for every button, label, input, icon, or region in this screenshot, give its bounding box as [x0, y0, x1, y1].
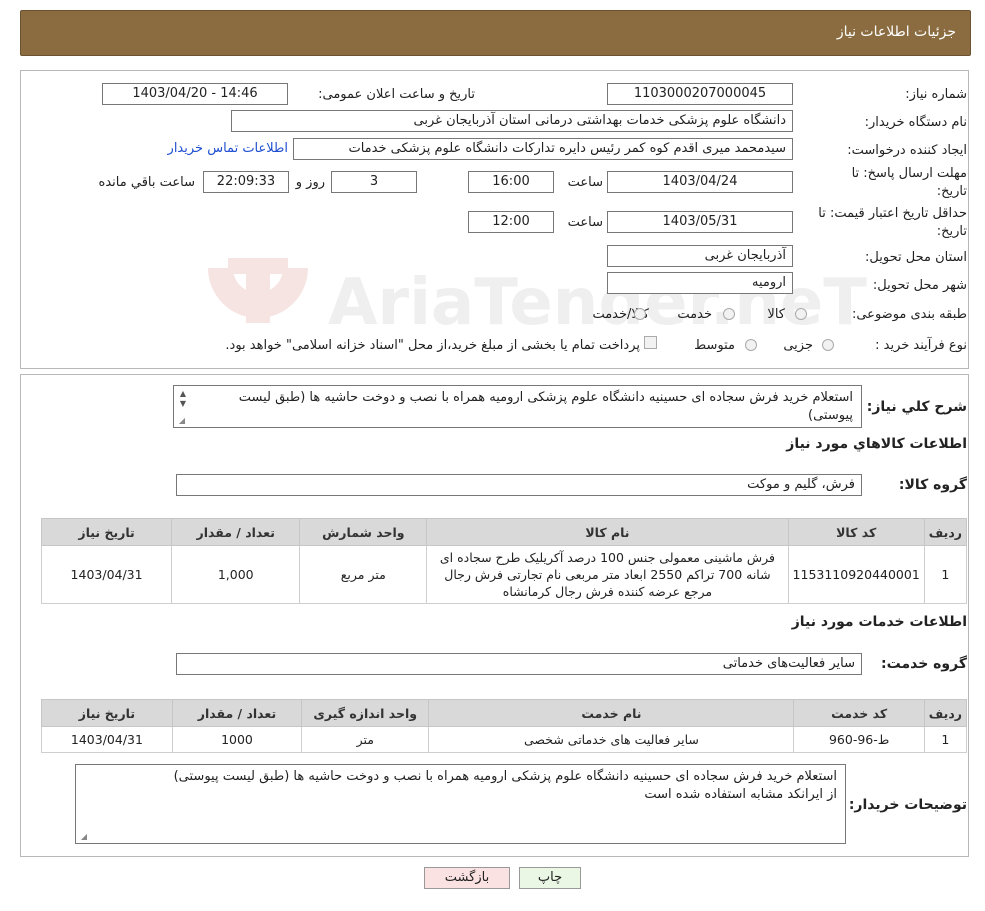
creator-field: سیدمحمد میری اقدم کوه کمر رئیس دایره تدا…: [293, 138, 793, 160]
process-option-medium-label: متوسط: [694, 338, 735, 353]
services-section-title: اطلاعات خدمات مورد نياز: [791, 614, 967, 630]
services-row-unit: متر: [301, 726, 430, 753]
goods-group-label: گروه کالا:: [898, 477, 967, 493]
buyer-notes-line-2: از ایرانکد مشابه استفاده شده است: [644, 787, 837, 802]
need-number-field: 1103000207000045: [607, 83, 793, 105]
goods-group-field: فرش، گلیم و موکت: [176, 474, 862, 496]
goods-row-date: 1403/04/31: [40, 545, 173, 604]
process-option-small-label: جزیی: [783, 338, 813, 353]
deadline-date-field: 1403/04/24: [607, 171, 793, 193]
goods-col-code: کد کالا: [787, 518, 925, 546]
city-label: شهر محل تحویل:: [872, 278, 967, 293]
services-row-name: سایر فعالیت های خدماتی شخصی: [428, 726, 795, 753]
category-label: طبقه بندی موضوعی:: [851, 307, 967, 322]
services-col-qty: تعداد / مقدار: [171, 699, 303, 727]
summary-text: استعلام خرید فرش سجاده ای حسینیه دانشگاه…: [238, 390, 853, 423]
buyer-notes-line-1: استعلام خرید فرش سجاده ای حسینیه دانشگاه…: [173, 769, 837, 784]
scroll-up-icon[interactable]: ▲: [178, 389, 188, 399]
category-option-service-radio[interactable]: [723, 308, 735, 320]
remaining-time-field: 22:09:33: [203, 171, 289, 193]
goods-col-qty: تعداد / مقدار: [171, 518, 301, 546]
services-col-code: کد خدمت: [793, 699, 925, 727]
announce-field: 1403/04/20 - 14:46: [102, 83, 288, 105]
province-label: استان محل تحویل:: [865, 250, 967, 265]
goods-row-unit: متر مربع: [299, 545, 428, 604]
table-row: 1 ط-96-960 سایر فعالیت های خدماتی شخصی م…: [41, 726, 968, 753]
goods-table: رديف کد کالا نام کالا واحد شمارش تعداد /…: [40, 518, 968, 604]
days-label: روز و: [295, 175, 325, 190]
need-number-label: شماره نیاز:: [905, 87, 967, 102]
resize-grip-icon[interactable]: ◢: [79, 833, 87, 841]
back-button[interactable]: بازگشت: [424, 867, 510, 889]
validity-label: حداقل تاریخ اعتبار قیمت: تا: [818, 206, 967, 221]
buyer-org-label: نام دستگاه خریدار:: [864, 115, 967, 130]
buyer-notes-textarea[interactable]: استعلام خرید فرش سجاده ای حسینیه دانشگاه…: [75, 764, 846, 844]
buyer-org-field: دانشگاه علوم پزشکی خدمات بهداشتی درمانی …: [231, 110, 793, 132]
goods-col-row: رديف: [923, 518, 968, 546]
remaining-label: ساعت باقي مانده: [98, 175, 195, 190]
table-row: 1 1153110920440001 فرش ماشینی معمولی جنس…: [40, 545, 968, 604]
services-table: رديف کد خدمت نام خدمت واحد اندازه گیری ت…: [41, 699, 968, 753]
summary-textarea[interactable]: استعلام خرید فرش سجاده ای حسینیه دانشگاه…: [173, 385, 862, 428]
buyer-notes-label: توضیحات خریدار:: [848, 797, 967, 813]
services-row-date: 1403/04/31: [41, 726, 173, 753]
goods-section-title: اطلاعات کالاهاي مورد نياز: [786, 436, 967, 452]
goods-col-name: نام کالا: [426, 518, 789, 546]
deadline-label-date: تاریخ:: [936, 184, 967, 199]
services-col-date: تاریخ نیاز: [41, 699, 173, 727]
services-row-code: ط-96-960: [793, 726, 925, 753]
city-field: ارومیه: [607, 272, 793, 294]
deadline-time-label: ساعت: [567, 175, 603, 190]
validity-label-date: تاریخ:: [936, 224, 967, 239]
goods-col-unit: واحد شمارش: [299, 518, 428, 546]
creator-label: ایجاد کننده درخواست:: [847, 143, 967, 158]
validity-date-field: 1403/05/31: [607, 211, 793, 233]
scroll-down-icon[interactable]: ▼: [178, 399, 188, 409]
services-col-name: نام خدمت: [428, 699, 795, 727]
resize-grip-icon[interactable]: ◢: [177, 417, 185, 425]
category-option-service-label: خدمت: [677, 307, 712, 322]
category-option-both-radio[interactable]: [634, 308, 646, 320]
goods-row-code: 1153110920440001: [787, 545, 925, 604]
goods-row-qty: 1,000: [171, 545, 301, 604]
services-col-row: رديف: [923, 699, 968, 727]
services-row-number: 1: [923, 726, 968, 753]
goods-table-header: رديف کد کالا نام کالا واحد شمارش تعداد /…: [40, 518, 968, 546]
category-option-goods-label: کالا: [767, 307, 785, 322]
deadline-time-field: 16:00: [468, 171, 554, 193]
goods-row-name: فرش ماشینی معمولی جنس 100 درصد آکریلیک ط…: [426, 545, 789, 604]
announce-label: تاریخ و ساعت اعلان عمومی:: [318, 87, 475, 102]
goods-row-number: 1: [923, 545, 968, 604]
print-button[interactable]: چاپ: [519, 867, 581, 889]
services-row-qty: 1000: [171, 726, 303, 753]
services-table-header: رديف کد خدمت نام خدمت واحد اندازه گیری ت…: [41, 699, 968, 727]
days-remaining-field: 3: [331, 171, 417, 193]
process-option-small-radio[interactable]: [822, 339, 834, 351]
process-option-medium-radio[interactable]: [745, 339, 757, 351]
summary-label: شرح کلي نياز:: [866, 399, 967, 415]
process-treasury-checkbox[interactable]: [644, 336, 657, 349]
page-header: جزئیات اطلاعات نیاز: [20, 10, 971, 56]
process-label: نوع فرآیند خرید :: [875, 338, 967, 353]
page-title: جزئیات اطلاعات نیاز: [836, 24, 956, 40]
validity-time-label: ساعت: [567, 215, 603, 230]
goods-col-date: تاریخ نیاز: [40, 518, 173, 546]
services-group-field: سایر فعالیت‌های خدماتی: [176, 653, 862, 675]
validity-time-field: 12:00: [468, 211, 554, 233]
services-col-unit: واحد اندازه گیری: [301, 699, 430, 727]
process-treasury-note: پرداخت تمام یا بخشی از مبلغ خرید،از محل …: [225, 338, 640, 353]
contact-info-link[interactable]: اطلاعات تماس خریدار: [168, 141, 288, 156]
services-group-label: گروه خدمت:: [881, 656, 967, 672]
province-field: آذربایجان غربی: [607, 245, 793, 267]
deadline-label: مهلت ارسال پاسخ: تا: [851, 166, 967, 181]
category-option-goods-radio[interactable]: [795, 308, 807, 320]
